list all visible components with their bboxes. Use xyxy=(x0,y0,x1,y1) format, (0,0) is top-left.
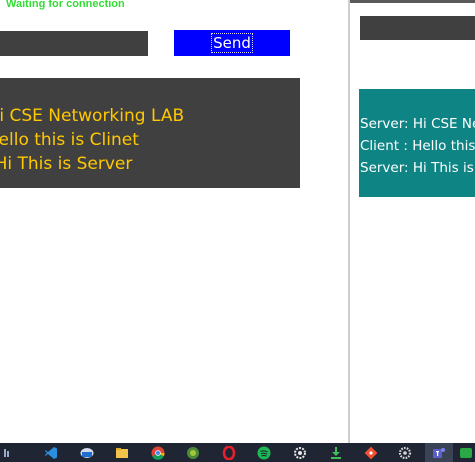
taskbar xyxy=(0,443,475,462)
window-top-edge xyxy=(350,0,475,3)
teams-icon[interactable] xyxy=(432,446,446,460)
chat-message: Server: Hi This is Server xyxy=(360,160,475,176)
chat-message: Server: Hi This is Server xyxy=(0,154,133,174)
chat-message: Client : Hello this is Clinet xyxy=(360,138,475,154)
message-input[interactable] xyxy=(0,31,148,56)
opera-icon[interactable] xyxy=(222,446,236,460)
gear-app-icon[interactable] xyxy=(398,446,412,460)
chat-message: Server: Hi CSE Networking LAB xyxy=(0,106,185,126)
server-chat-log: Server: Hi CSE Networking LAB Client : H… xyxy=(359,89,475,197)
android-studio-icon[interactable] xyxy=(186,446,200,460)
send-button-label: Send xyxy=(211,33,253,53)
server-window: Server: Hi CSE Networking LAB Client : H… xyxy=(350,0,475,443)
download-app-icon[interactable] xyxy=(329,446,343,460)
chat-message: Client : Hello this is Clinet xyxy=(0,130,139,150)
connection-status: Waiting for connection xyxy=(6,0,125,10)
search-icon[interactable] xyxy=(2,446,16,460)
visual-studio-code-icon[interactable] xyxy=(44,446,58,460)
settings-icon[interactable] xyxy=(293,446,307,460)
chrome-icon[interactable] xyxy=(151,446,165,460)
spotify-icon[interactable] xyxy=(257,446,271,460)
server-message-input[interactable] xyxy=(360,16,475,40)
mail-icon[interactable] xyxy=(80,446,94,460)
chat-app-icon[interactable] xyxy=(459,446,473,460)
client-chat-log: Server: Hi CSE Networking LAB Client : H… xyxy=(0,78,300,188)
file-explorer-icon[interactable] xyxy=(115,446,129,460)
git-icon[interactable] xyxy=(364,446,378,460)
client-window: Waiting for connection Send Server: Hi C… xyxy=(0,0,349,443)
chat-message: Server: Hi CSE Networking LAB xyxy=(360,116,475,132)
send-button[interactable]: Send xyxy=(174,30,290,56)
